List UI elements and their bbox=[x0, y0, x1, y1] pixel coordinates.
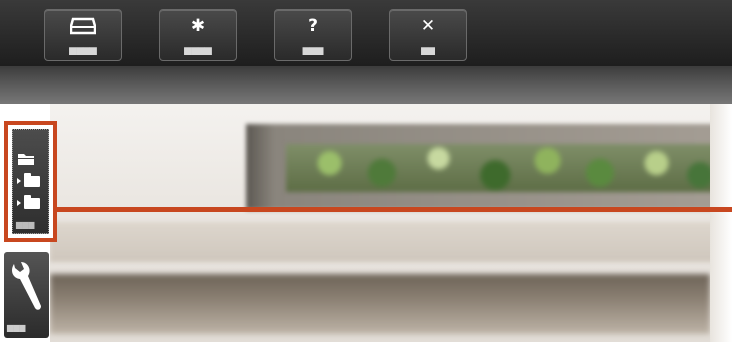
help-button-label: ▆▆▆ bbox=[302, 45, 324, 55]
highlight-line bbox=[56, 207, 732, 212]
folder-icon bbox=[24, 172, 40, 187]
tray-icon bbox=[45, 16, 121, 36]
tools-label: ▆▆▆ bbox=[7, 323, 26, 332]
top-toolbar: ▆▆▆▆ ✱ ▆▆▆▆ ? ▆▆▆ ✕ ▆▆ bbox=[0, 0, 732, 66]
folder-row-1 bbox=[17, 172, 40, 188]
folders-button[interactable]: ▆▆▆ bbox=[12, 129, 49, 234]
caret-right-icon bbox=[17, 200, 21, 206]
folder-icon bbox=[24, 194, 40, 209]
tools-button[interactable]: ▆▆▆ bbox=[4, 252, 49, 338]
wall-band bbox=[50, 222, 732, 262]
open-folder-icon bbox=[17, 152, 35, 171]
wrench-icon bbox=[8, 260, 44, 317]
background-photo bbox=[50, 104, 732, 342]
folders-label: ▆▆▆ bbox=[16, 220, 35, 229]
settings-button-label: ▆▆▆▆ bbox=[184, 45, 212, 55]
secondary-bar bbox=[0, 66, 732, 104]
settings-button[interactable]: ✱ ▆▆▆▆ bbox=[159, 9, 237, 61]
tray-button-label: ▆▆▆▆ bbox=[69, 45, 97, 55]
folder-row-2 bbox=[17, 194, 40, 210]
close-icon: ✕ bbox=[420, 16, 436, 36]
folder-panel-highlight: ▆▆▆ bbox=[4, 121, 57, 242]
photo-edge bbox=[710, 104, 732, 342]
gear-icon: ✱ bbox=[190, 16, 206, 36]
help-button[interactable]: ? ▆▆▆ bbox=[274, 9, 352, 61]
help-icon: ? bbox=[308, 16, 318, 36]
folder-row-open bbox=[17, 152, 35, 171]
plants bbox=[286, 144, 722, 192]
tray-button[interactable]: ▆▆▆▆ bbox=[44, 9, 122, 61]
shelf bbox=[50, 274, 710, 334]
close-button-label: ▆▆ bbox=[421, 45, 435, 55]
caret-right-icon bbox=[17, 178, 21, 184]
close-button[interactable]: ✕ ▆▆ bbox=[389, 9, 467, 61]
